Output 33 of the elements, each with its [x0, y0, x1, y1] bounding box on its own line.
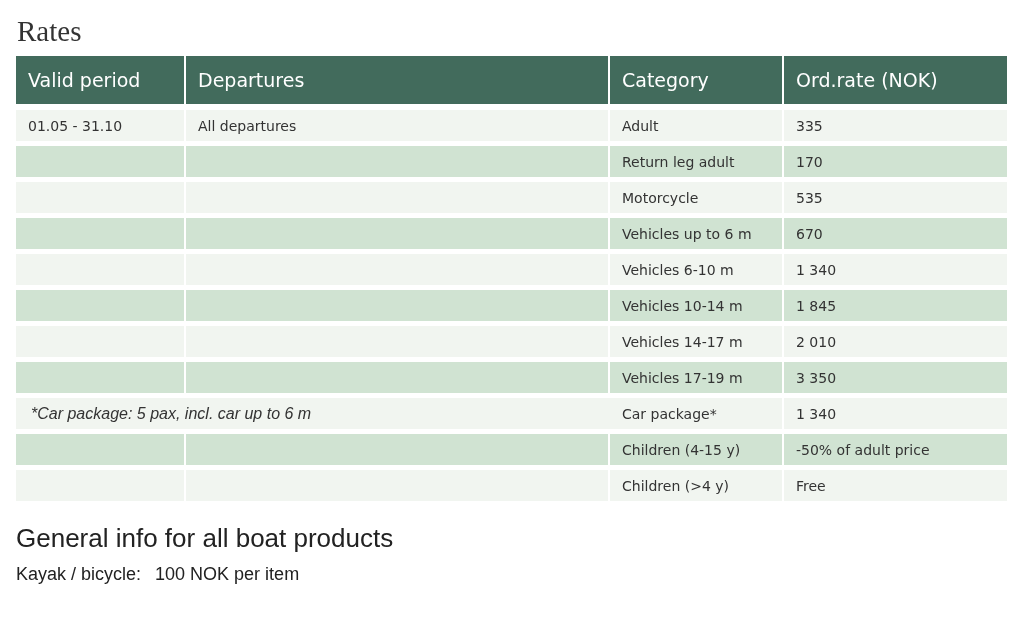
table-cell: 1 845: [784, 290, 1007, 321]
table-cell: Vehicles 14-17 m: [610, 326, 782, 357]
table-cell: Vehicles 10-14 m: [610, 290, 782, 321]
table-cell: Vehicles 17-19 m: [610, 362, 782, 393]
section-heading: General info for all boat products: [16, 523, 395, 554]
table-cell: Vehicles 6-10 m: [610, 254, 782, 285]
table-cell: 670: [784, 218, 1007, 249]
table-cell: Adult: [610, 110, 782, 141]
column-header: Valid period: [16, 56, 184, 104]
column-header: Ord.rate (NOK): [784, 56, 1007, 104]
table-cell: 170: [784, 146, 1007, 177]
column-header: Departures: [186, 56, 608, 104]
info-label: Kayak / bicycle:: [16, 564, 142, 585]
column-header: Category: [610, 56, 782, 104]
table-cell: Motorcycle: [610, 182, 782, 213]
table-cell: 3 350: [784, 362, 1007, 393]
info-value: 100 NOK per item: [155, 564, 300, 585]
table-cell: 1 340: [784, 398, 1007, 429]
table-cell: All departures: [186, 110, 608, 141]
page-title: Rates: [17, 14, 83, 48]
table-cell: Children (>4 y): [610, 470, 782, 501]
table-cell: 2 010: [784, 326, 1007, 357]
table-cell: Car package*: [610, 398, 782, 429]
table-cell: 535: [784, 182, 1007, 213]
table-cell: -50% of adult price: [784, 434, 1007, 465]
table-cell: Vehicles up to 6 m: [610, 218, 782, 249]
table-cell: Free: [784, 470, 1007, 501]
table-cell: 01.05 - 31.10: [16, 110, 184, 141]
table-cell: Children (4-15 y): [610, 434, 782, 465]
footnote-cell: *Car package: 5 pax, incl. car up to 6 m: [16, 398, 610, 429]
table-cell: 1 340: [784, 254, 1007, 285]
table-cell: Return leg adult: [610, 146, 782, 177]
table-cell: 335: [784, 110, 1007, 141]
